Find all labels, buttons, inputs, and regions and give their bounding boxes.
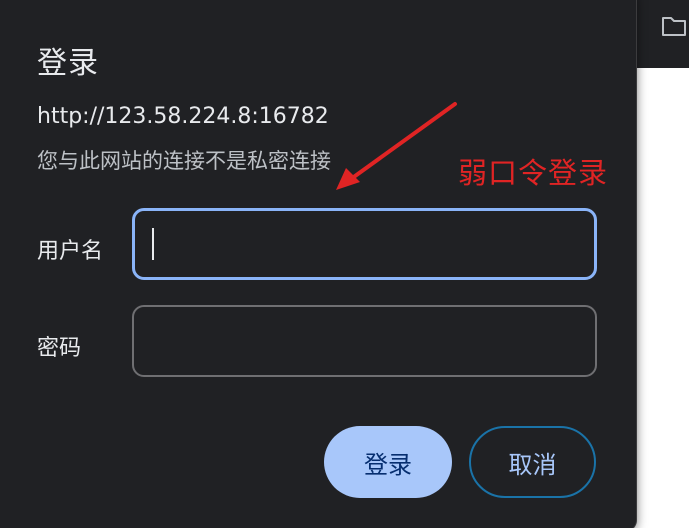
password-field[interactable] — [132, 305, 597, 377]
username-field[interactable] — [132, 208, 597, 280]
site-url: http://123.58.224.8:16782 — [37, 104, 329, 129]
cancel-button[interactable]: 取消 — [469, 426, 596, 498]
folder-icon[interactable] — [661, 14, 687, 38]
text-caret — [152, 228, 154, 260]
annotation-arrow — [336, 102, 457, 190]
dialog-title: 登录 — [37, 46, 99, 81]
password-label: 密码 — [37, 336, 82, 361]
connection-warning: 您与此网站的连接不是私密连接 — [37, 149, 331, 173]
annotation-label: 弱口令登录 — [458, 156, 609, 190]
username-label: 用户名 — [37, 239, 104, 264]
login-button[interactable]: 登录 — [324, 426, 452, 498]
